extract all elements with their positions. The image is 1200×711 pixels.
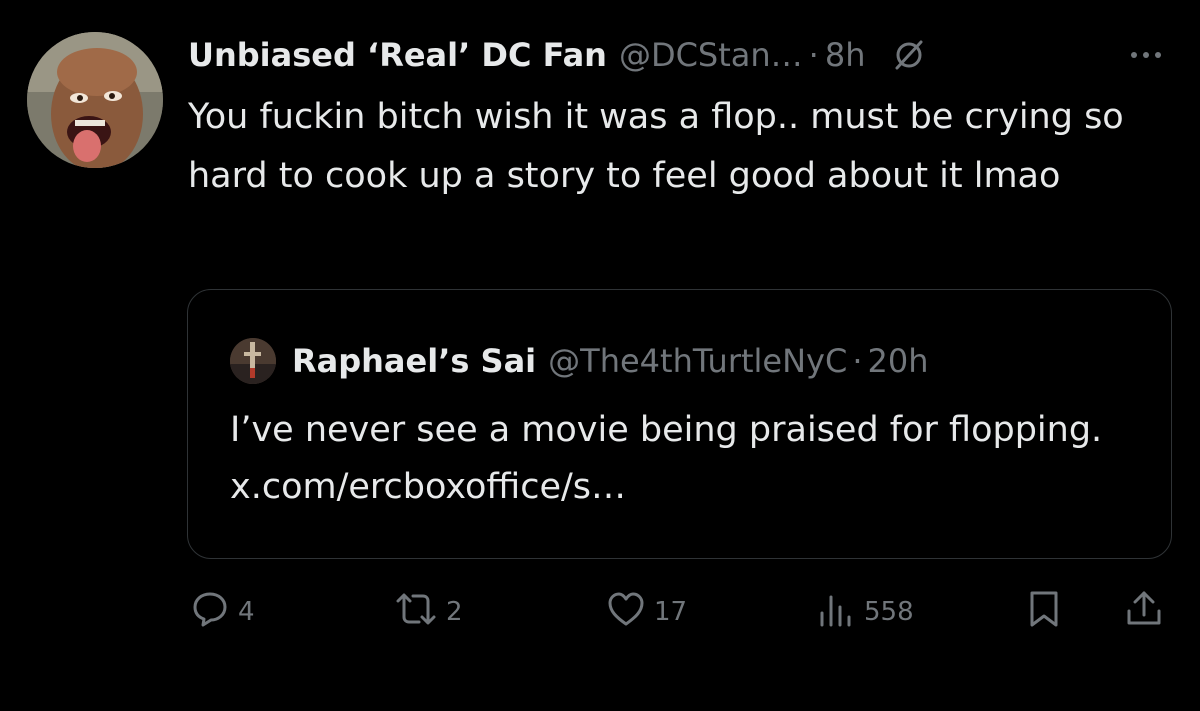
like-icon bbox=[604, 587, 648, 638]
views-count: 558 bbox=[864, 597, 914, 627]
repost-button[interactable]: 2 bbox=[392, 588, 463, 636]
repost-count: 2 bbox=[446, 597, 463, 627]
more-icon[interactable] bbox=[1126, 38, 1166, 76]
display-name[interactable]: Unbiased ‘Real’ DC Fan bbox=[188, 36, 607, 74]
bookmark-icon bbox=[1022, 587, 1066, 638]
quoted-tweet-text: I’ve never see a movie being praised for… bbox=[230, 410, 1103, 507]
quoted-display-name[interactable]: Raphael’s Sai bbox=[292, 342, 536, 380]
timestamp[interactable]: 8h bbox=[825, 36, 866, 74]
quoted-tweet-header: Raphael’s Sai @The4thTurtleNyC · 20h bbox=[230, 336, 928, 386]
views-icon bbox=[814, 587, 858, 638]
reply-count: 4 bbox=[238, 597, 255, 627]
grok-icon[interactable] bbox=[891, 37, 927, 73]
separator: · bbox=[808, 36, 819, 74]
quoted-tweet-card[interactable]: Raphael’s Sai @The4thTurtleNyC · 20h I’v… bbox=[187, 289, 1172, 559]
like-button[interactable]: 17 bbox=[604, 588, 687, 636]
quoted-avatar-image bbox=[230, 338, 276, 384]
reply-button[interactable]: 4 bbox=[188, 588, 255, 636]
tweet-text: You fuckin bitch wish it was a flop.. mu… bbox=[188, 97, 1124, 196]
action-bar: 4 2 17 558 bbox=[188, 588, 1178, 636]
tweet-header: Unbiased ‘Real’ DC Fan @DCStan… · 8h bbox=[188, 32, 1178, 78]
share-button[interactable] bbox=[1122, 588, 1166, 636]
like-count: 17 bbox=[654, 597, 688, 627]
avatar[interactable] bbox=[27, 32, 163, 168]
quoted-separator: · bbox=[852, 342, 863, 380]
reply-icon bbox=[188, 587, 232, 638]
share-icon bbox=[1122, 587, 1166, 638]
quoted-user-handle[interactable]: @The4thTurtleNyC bbox=[548, 342, 847, 380]
quoted-timestamp[interactable]: 20h bbox=[867, 342, 928, 380]
bookmark-button[interactable] bbox=[1022, 588, 1066, 636]
user-handle[interactable]: @DCStan… bbox=[619, 36, 803, 74]
quoted-avatar bbox=[230, 338, 276, 384]
repost-icon bbox=[392, 587, 440, 638]
views-button[interactable]: 558 bbox=[814, 588, 914, 636]
avatar-image bbox=[27, 32, 163, 168]
